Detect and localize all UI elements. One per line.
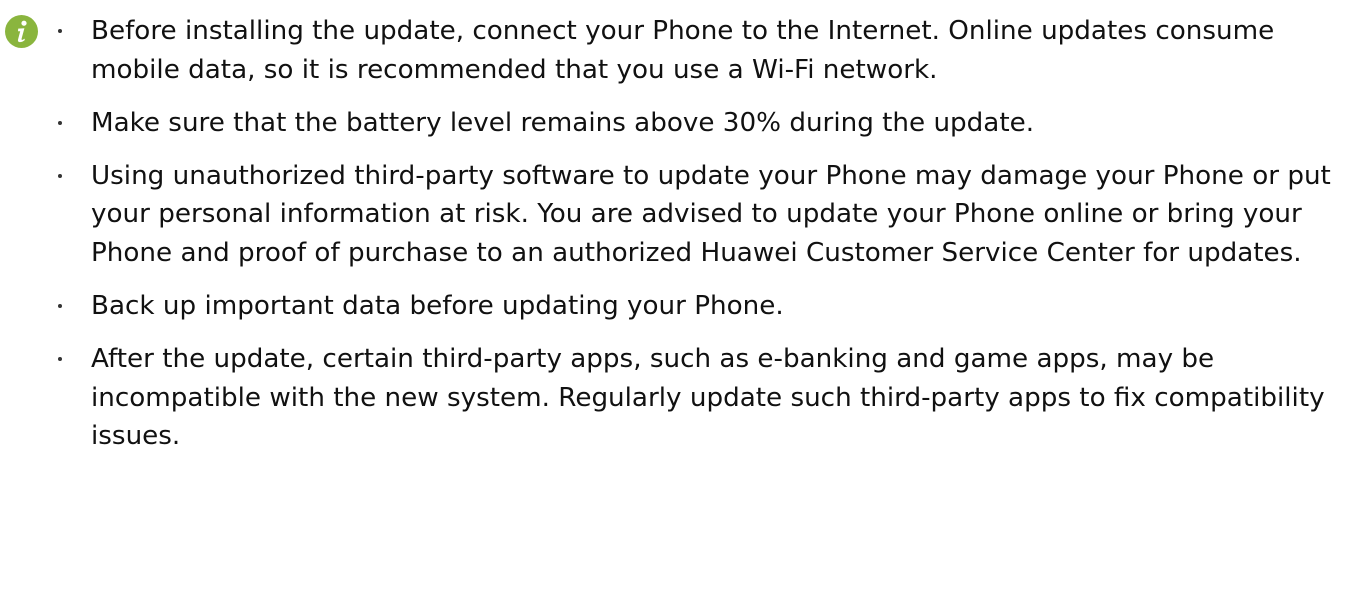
note-list: Before installing the update, connect yo… xyxy=(58,12,1343,470)
list-item: After the update, certain third-party ap… xyxy=(58,340,1343,456)
list-item-text: Make sure that the battery level remains… xyxy=(91,107,1035,138)
list-item-text: After the update, certain third-party ap… xyxy=(91,344,1325,452)
list-item: Using unauthorized third-party software … xyxy=(58,157,1343,273)
info-icon xyxy=(5,15,38,48)
list-item-text: Back up important data before updating y… xyxy=(91,291,784,322)
list-item-text: Using unauthorized third-party software … xyxy=(91,160,1331,268)
list-item: Back up important data before updating y… xyxy=(58,287,1343,326)
bullet-icon xyxy=(58,173,62,178)
bullet-icon xyxy=(58,29,62,33)
bullet-icon xyxy=(58,357,62,362)
list-item: Before installing the update, connect yo… xyxy=(58,12,1343,89)
list-item-text: Before installing the update, connect yo… xyxy=(91,16,1275,85)
bullet-icon xyxy=(58,304,62,309)
list-item: Make sure that the battery level remains… xyxy=(58,104,1343,143)
bullet-icon xyxy=(58,120,62,125)
